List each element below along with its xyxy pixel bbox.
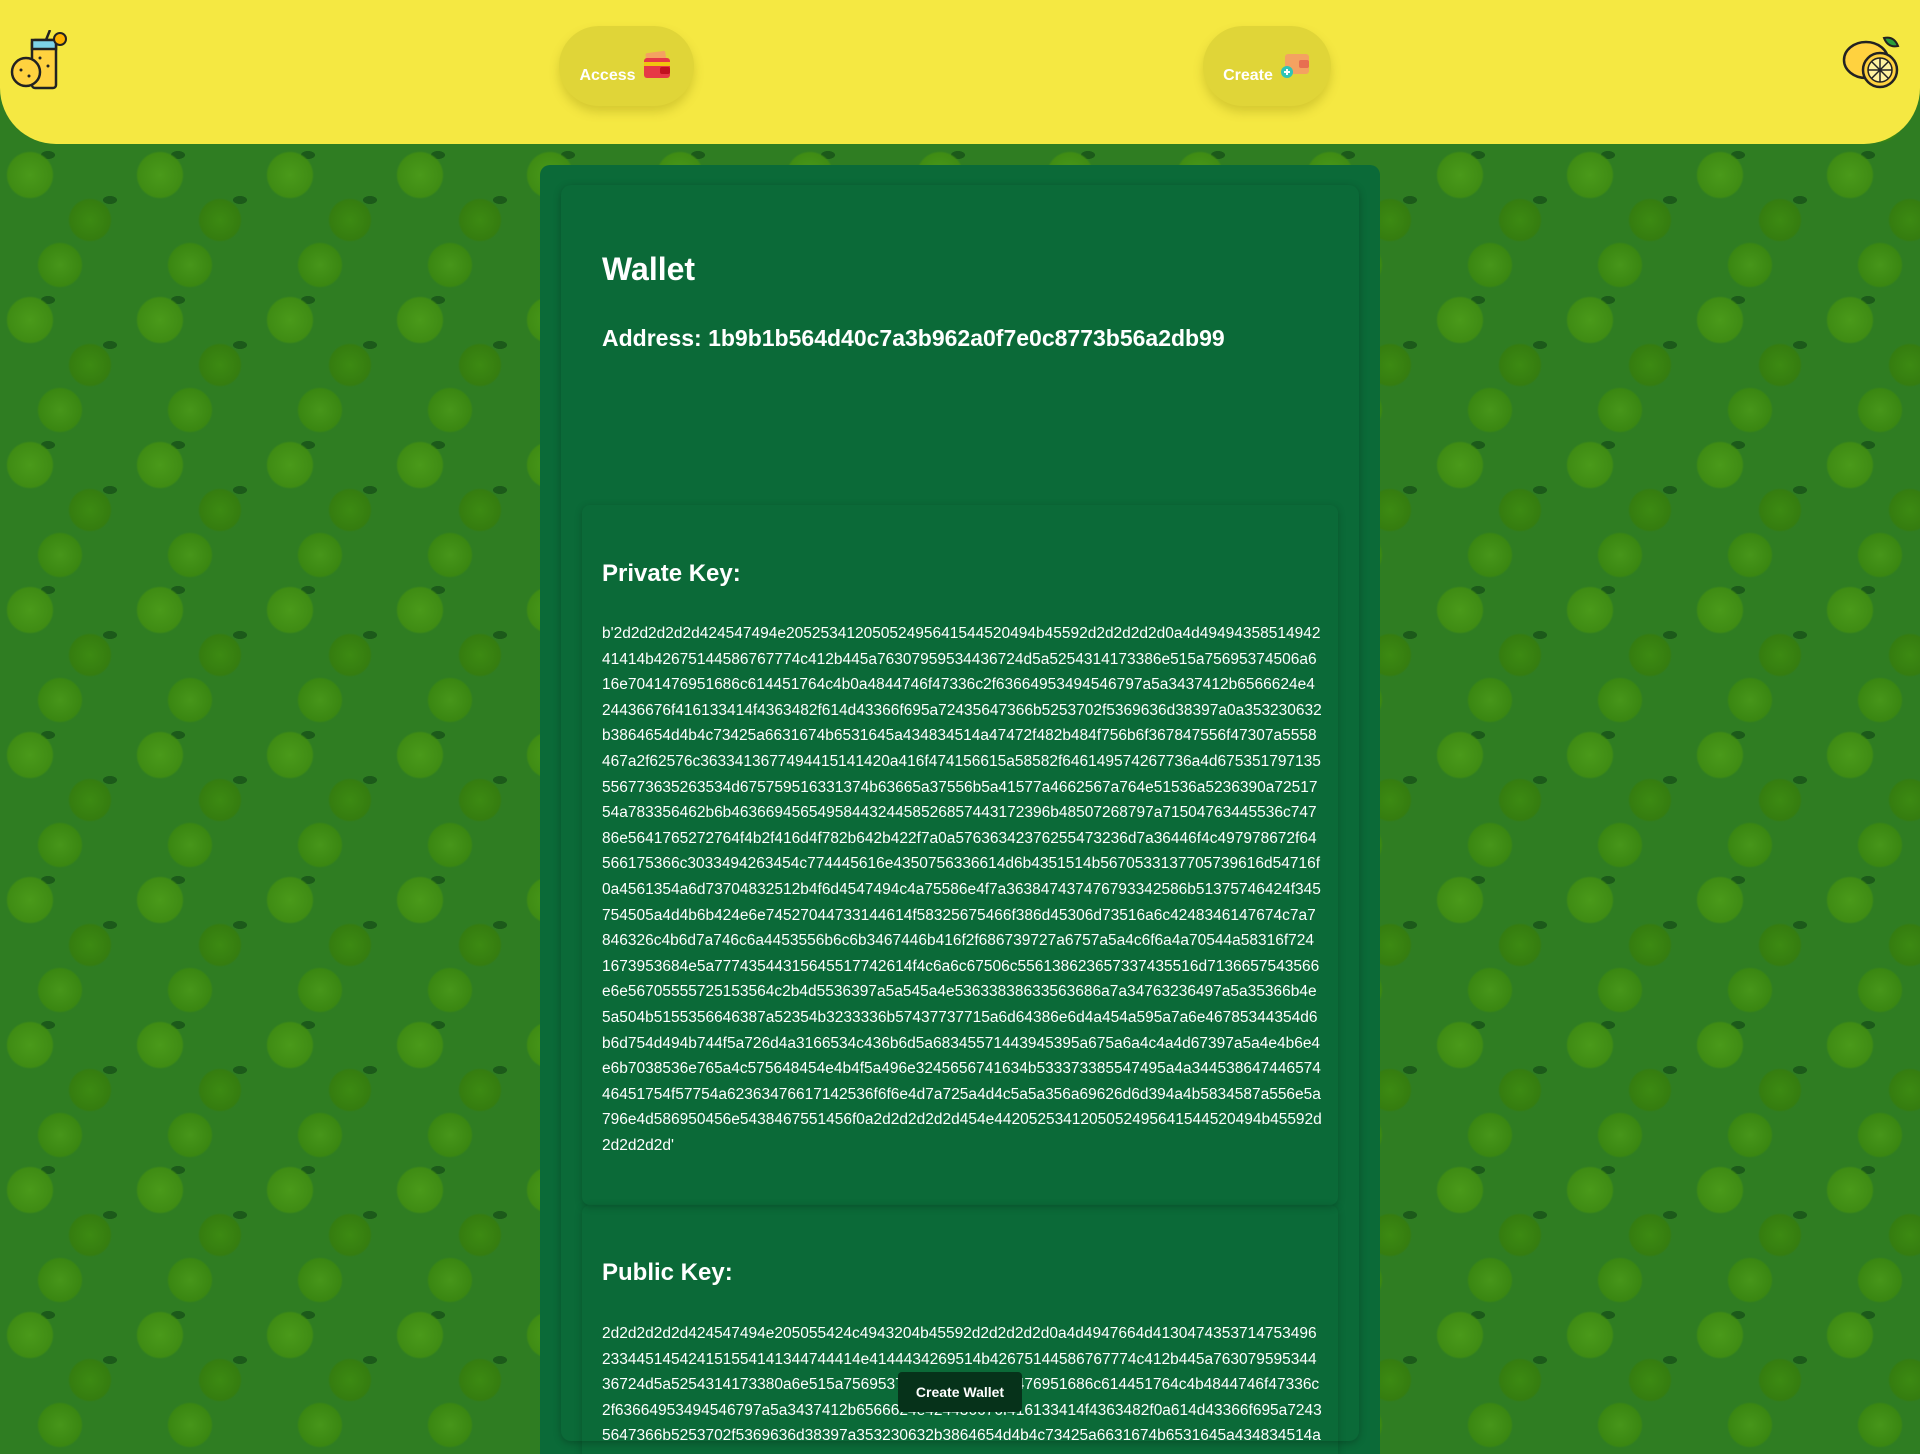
lemonade-cup-icon[interactable] [10, 29, 68, 94]
create-wallet-button[interactable]: Create Wallet [898, 1372, 1022, 1412]
public-key-card: Public Key: 2d2d2d2d2d424547494e20505542… [582, 1205, 1338, 1454]
wallet-add-icon [1280, 54, 1309, 78]
access-nav-label: Access [579, 67, 636, 84]
wallet-cards-icon [643, 50, 670, 78]
create-nav-button[interactable]: Create [1203, 26, 1331, 106]
lemon-icon[interactable] [1840, 32, 1904, 92]
wallet-address: Address: 1b9b1b564d40c7a3b962a0f7e0c8773… [602, 325, 1225, 351]
create-nav-label: Create [1223, 67, 1273, 84]
access-nav-button[interactable]: Access [559, 26, 694, 106]
private-key-card: Private Key: b'2d2d2d2d2d424547494e20525… [582, 505, 1338, 1205]
top-navbar: Access Create [0, 0, 1920, 144]
wallet-panel: Wallet Address: 1b9b1b564d40c7a3b962a0f7… [540, 165, 1380, 1454]
wallet-title: Wallet [602, 251, 696, 287]
public-key-heading: Public Key: [602, 1259, 733, 1286]
private-key-value: b'2d2d2d2d2d424547494e205253412050524956… [602, 625, 1322, 1154]
private-key-heading: Private Key: [602, 560, 741, 587]
